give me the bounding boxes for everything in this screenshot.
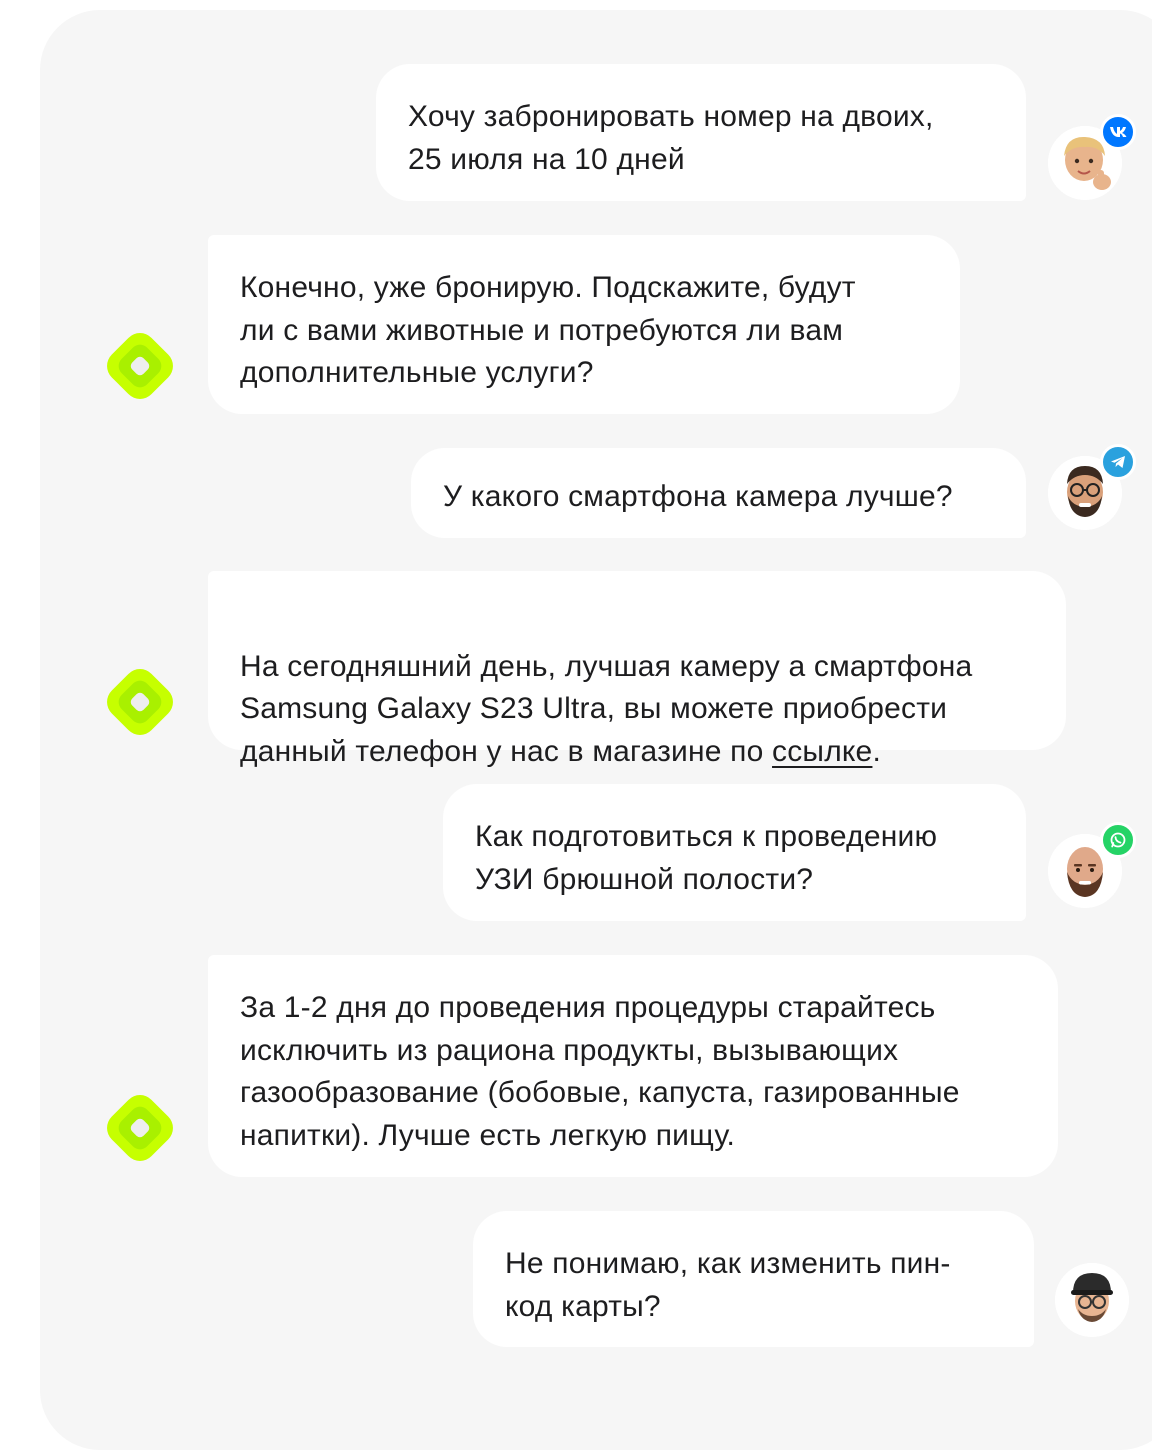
telegram-icon — [1100, 444, 1136, 480]
bot-logo-icon — [107, 669, 173, 735]
user-message-3: Как подготовиться к проведению УЗИ брюшн… — [443, 784, 1026, 921]
vk-icon — [1100, 114, 1136, 150]
bot-logo-icon — [107, 333, 173, 399]
user-message-2: У какого смартфона камера лучше? — [411, 448, 1026, 538]
user-avatar-telegram — [1048, 444, 1136, 530]
user-message-4: Не понимаю, как изменить пин- код карты? — [473, 1211, 1034, 1347]
user-avatar-whatsapp — [1048, 822, 1136, 908]
bot-message-1: Конечно, уже бронирую. Подскажите, будут… — [208, 235, 960, 414]
whatsapp-icon — [1100, 822, 1136, 858]
bot-logo-icon — [107, 1095, 173, 1161]
user-avatar-4 — [1055, 1263, 1129, 1337]
bot-message-2-tail: . — [872, 734, 881, 768]
user-avatar-vk — [1048, 114, 1136, 200]
bot-message-2: На сегодняшний день, лучшая камеру а сма… — [208, 571, 1066, 768]
memoji-cap-glasses-icon — [1055, 1263, 1129, 1337]
product-link[interactable]: ссылке — [772, 735, 872, 768]
user-message-1: Хочу забронировать номер на двоих, 25 ию… — [376, 64, 1026, 201]
bot-message-3: За 1-2 дня до проведения процедуры стара… — [208, 955, 1058, 1177]
